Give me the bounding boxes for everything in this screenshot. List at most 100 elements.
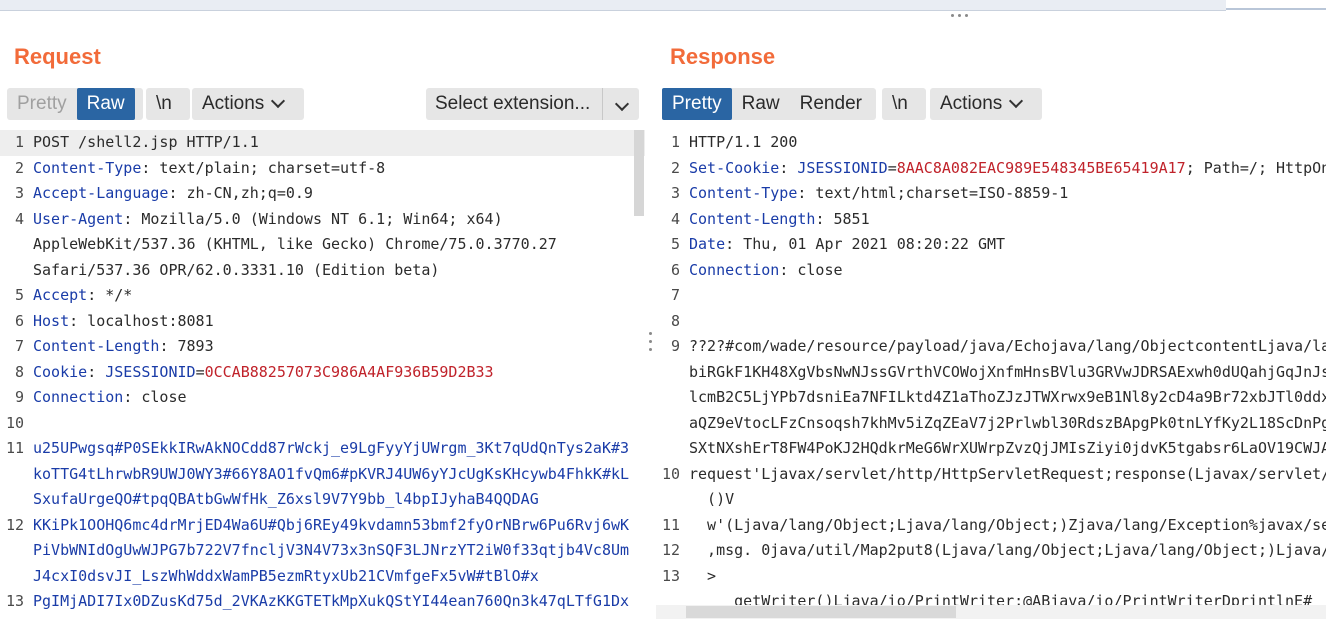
actions-label: Actions <box>202 93 265 114</box>
line-number: 7 <box>14 337 24 355</box>
response-editor[interactable]: 1 HTTP/1.1 200 2 Set-Cookie: JSESSIONID=8AA… <box>656 130 1326 619</box>
request-newline-toggle[interactable]: \n <box>146 88 190 120</box>
line-number: 8 <box>670 311 680 330</box>
top-strip-accent <box>1226 8 1326 10</box>
tab-raw[interactable]: Raw <box>732 88 790 120</box>
request-actions-button[interactable]: Actions <box>192 88 304 120</box>
newline-label: \n <box>892 93 908 114</box>
header-colon: : <box>779 158 789 177</box>
code-line: 3 Accept-Language: zh-CN,zh;q=0.9 <box>0 181 645 207</box>
line-number: 7 <box>670 286 680 304</box>
body-text: koTTG4tLhrwbR9UWJ0WY3#66Y8AO1fvQm6#pKVRJ… <box>33 464 630 483</box>
code-line: 12 ,msg. 0java/util/Map2put8(Ljava/lang/… <box>656 538 1326 564</box>
line-content: Content-Type: text/html;charset=ISO-8859… <box>689 181 1068 207</box>
line-content: KKiPk1OOHQ6mc4drMrjED4Wa6U#Qbj6REy49kvda… <box>33 513 629 539</box>
code-line: 11 u25UPwgsq#P0SEkkIRwAkNOCdd87rWckj_e9Lg… <box>0 436 645 462</box>
code-line: 13 > <box>656 564 1326 590</box>
code-line: 10 <box>0 411 645 437</box>
vertical-resize-grip-icon[interactable] <box>647 330 655 354</box>
code-line: 2 Content-Type: text/plain; charset=utf-8 <box>0 156 645 182</box>
plain-text: request'Ljavax/servlet/http/HttpServletR… <box>689 464 1326 483</box>
line-content: SXtNXshErT8FW4PoKJ2HQdkrMeG6WrXUWrpZvzQj… <box>689 436 1326 462</box>
line-content: Accept-Language: zh-CN,zh;q=0.9 <box>33 181 313 207</box>
select-extension-label: Select extension... <box>435 93 591 114</box>
newline-label: \n <box>156 93 172 114</box>
line-number: 13 <box>661 566 680 585</box>
response-actions-button[interactable]: Actions <box>930 88 1042 120</box>
line-number: 10 <box>5 413 24 432</box>
tab-render[interactable]: Render <box>790 88 872 120</box>
body-text: KKiPk1OOHQ6mc4drMrjED4Wa6U#Qbj6REy49kvda… <box>33 515 630 534</box>
cookie-value: 0CCAB88257073C986A4AF936B59D2B33 <box>204 362 494 381</box>
code-line: 9 ??2?#com/wade/resource/payload/java/Ech… <box>656 334 1326 360</box>
line-content: u25UPwgsq#P0SEkkIRwAkNOCdd87rWckj_e9LgFy… <box>33 436 629 462</box>
line-content: Content-Type: text/plain; charset=utf-8 <box>33 156 385 182</box>
line-content: AppleWebKit/537.36 (KHTML, like Gecko) C… <box>33 232 557 258</box>
response-horizontal-scroll-thumb[interactable] <box>686 606 956 618</box>
tab-raw[interactable]: Raw <box>76 88 135 120</box>
line-number: 5 <box>14 286 24 304</box>
code-line: 9 Connection: close <box>0 385 645 411</box>
response-pane: Response Pretty Raw Render \n Actions 1H… <box>656 22 1326 619</box>
line-number: 1 <box>670 133 680 151</box>
code-line: 8 Cookie: JSESSIONID=0CCAB88257073C986A4A… <box>0 360 645 386</box>
cookie-attributes: ; Path=/; HttpOn <box>1185 158 1326 177</box>
select-extension-dropdown[interactable]: Select extension... <box>426 88 639 120</box>
top-strip <box>0 0 1326 12</box>
code-line: aQZ9eVtocLFzCnsoqsh7khMv5iZqZEaV7j2Prlwb… <box>656 411 1326 437</box>
top-strip-bar <box>0 0 1226 11</box>
header-name: Date <box>689 235 726 253</box>
header-name: Cookie <box>33 362 88 381</box>
line-number: 10 <box>661 464 680 483</box>
plain-text: biRGkF1KH48XgVbsNwNJssGVrthVCOWojXnfmHns… <box>689 362 1326 381</box>
line-content: ()V <box>689 487 734 513</box>
plain-text: ,msg. 0java/util/Map2put8(Ljava/lang/Obj… <box>689 541 1326 559</box>
header-name: Connection <box>689 260 780 279</box>
code-line: ()V <box>656 487 1326 513</box>
header-colon: : <box>725 235 735 253</box>
line-number: 9 <box>14 388 24 406</box>
line-content: HTTP/1.1 200 <box>689 130 797 156</box>
plain-text: POST /shell2.jsp HTTP/1.1 <box>33 133 259 151</box>
tab-pretty[interactable]: Pretty <box>662 88 732 120</box>
code-line: koTTG4tLhrwbR9UWJ0WY3#66Y8AO1fvQm6#pKVRJ… <box>0 462 645 488</box>
line-number: 12 <box>661 541 680 559</box>
line-content: Content-Length: 7893 <box>33 334 214 360</box>
line-number: 1 <box>14 133 24 151</box>
plain-text: ??2?#com/wade/resource/payload/java/Echo… <box>689 337 1326 355</box>
line-number: 3 <box>14 184 24 202</box>
header-value: zh-CN,zh;q=0.9 <box>177 184 313 202</box>
line-content: Cookie: JSESSIONID=0CCAB88257073C986A4AF… <box>33 360 494 386</box>
header-value: close <box>132 388 187 406</box>
header-name: Accept-Language <box>33 184 169 202</box>
horizontal-resize-grip-icon[interactable] <box>949 12 971 20</box>
tab-pretty[interactable]: Pretty <box>7 88 77 120</box>
response-newline-toggle[interactable]: \n <box>882 88 926 120</box>
line-number: 6 <box>670 260 680 279</box>
actions-label: Actions <box>940 93 1003 114</box>
header-value: */* <box>96 286 133 304</box>
header-colon: : <box>123 388 133 406</box>
line-content: PiVbWNIdOgUwWJPG7b722V7fncljV3N4V73x3nSQ… <box>33 538 629 564</box>
body-text: J4cxI0dsvJI_LszWhWddxWamPB5ezmRtyxUb21CV… <box>33 566 539 585</box>
plain-text: aQZ9eVtocLFzCnsoqsh7khMv5iZqZEaV7j2Prlwb… <box>689 413 1326 432</box>
line-number: 11 <box>5 439 24 457</box>
cookie-name: JSESSIONID <box>788 158 888 177</box>
header-colon: : <box>779 260 789 279</box>
body-text: PgIMjADI7Ix0DZusKd75d_2VKAzKKGTETkMpXukQ… <box>33 592 630 610</box>
line-number: 9 <box>670 337 680 355</box>
line-number: 4 <box>670 209 680 228</box>
cookie-equals: = <box>195 362 205 381</box>
line-content: Date: Thu, 01 Apr 2021 08:20:22 GMT <box>689 232 1005 258</box>
plain-text: SXtNXshErT8FW4PoKJ2HQdkrMeG6WrXUWrpZvzQj… <box>689 439 1326 457</box>
code-line: SxufaUrgeQO#tpqQBAtbGwWfHk_Z6xsl9V7Y9bb_… <box>0 487 645 513</box>
code-line: 13 PgIMjADI7Ix0DZusKd75d_2VKAzKKGTETkMpXu… <box>0 589 645 615</box>
header-value: localhost:8081 <box>78 311 214 330</box>
code-line: 2 Set-Cookie: JSESSIONID=8AAC8A082EAC989E… <box>656 156 1326 182</box>
cookie-name: JSESSIONID <box>96 362 196 381</box>
chevron-down-icon <box>1009 93 1024 109</box>
request-vertical-scrollbar[interactable] <box>634 130 644 216</box>
request-editor[interactable]: 1 POST /shell2.jsp HTTP/1.1 2 Content-Type:… <box>0 130 645 619</box>
code-line: 4 User-Agent: Mozilla/5.0 (Windows NT 6.1… <box>0 207 645 233</box>
plain-text: lcmB2C5LjYPb7dsniEa7NFILktd4Z1aThoZJzJTW… <box>689 388 1326 406</box>
